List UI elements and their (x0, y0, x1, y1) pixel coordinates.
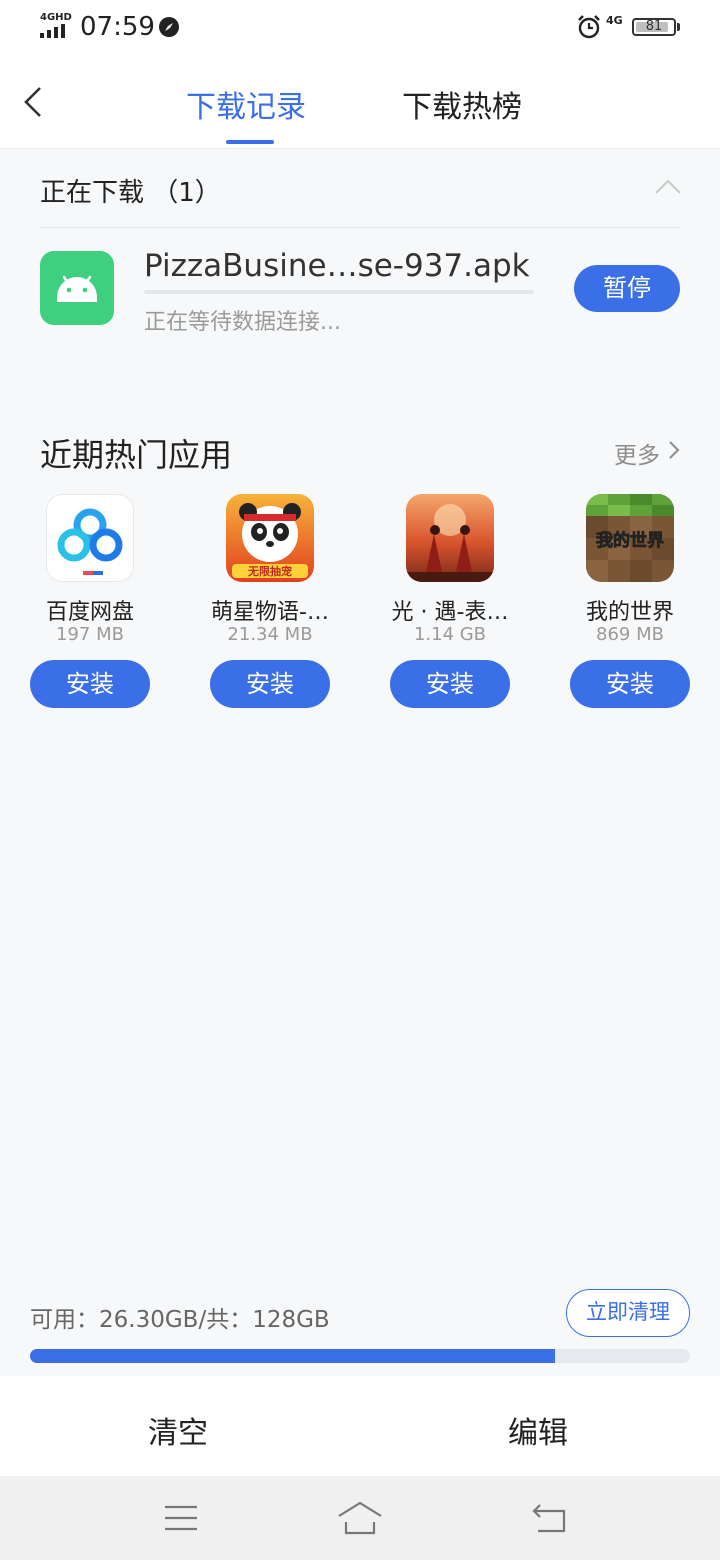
chevron-up-icon[interactable] (654, 176, 682, 196)
battery-icon: 81 (632, 18, 676, 36)
app-name: 我的世界 (585, 600, 674, 625)
download-status-text: 正在等待数据连接... (144, 310, 341, 335)
system-nav-bar (0, 1476, 720, 1560)
download-progress-bar (144, 290, 534, 294)
active-tab-indicator (226, 140, 274, 144)
download-file-name: PizzaBusine…se-937.apk (144, 248, 530, 284)
bottom-action-bar: 清空 编辑 (0, 1376, 720, 1476)
app-name: 光 · 遇-表… (391, 600, 509, 625)
app-name: 百度网盘 (45, 600, 134, 625)
signal-icon (40, 24, 65, 38)
android-apk-icon (40, 251, 114, 325)
status-bar: 4GHD 07:59 4G 81 (0, 0, 720, 56)
network-type-label: 4G (606, 14, 623, 27)
menu-icon[interactable] (164, 1504, 198, 1532)
home-icon[interactable] (336, 1500, 384, 1536)
minecraft-badge: 我的世界 (596, 530, 664, 551)
signal-type-label: 4GHD (40, 12, 72, 23)
hot-apps-title: 近期热门应用 (40, 436, 233, 474)
chevron-right-icon[interactable] (666, 440, 682, 460)
storage-info: 可用：26.30GB/共：128GB (30, 1307, 330, 1333)
install-button[interactable]: 安装 (210, 660, 330, 708)
sky-game-icon (406, 494, 494, 582)
pause-button[interactable]: 暂停 (574, 265, 680, 312)
more-link[interactable]: 更多 (614, 436, 660, 470)
app-size: 869 MB (596, 624, 664, 645)
clean-now-button[interactable]: 立即清理 (566, 1289, 690, 1337)
battery-tip (677, 23, 680, 31)
panda-game-icon: 无限抽宠 (226, 494, 314, 582)
panda-game-badge: 无限抽宠 (247, 564, 292, 578)
compass-icon (159, 17, 179, 37)
battery-level: 81 (645, 19, 663, 34)
back-arrow-icon[interactable] (20, 86, 48, 118)
divider (40, 227, 680, 228)
install-button[interactable]: 安装 (570, 660, 690, 708)
baidu-netdisk-icon (46, 494, 134, 582)
return-icon[interactable] (530, 1502, 568, 1534)
downloading-section-title: 正在下载 （1） (40, 178, 221, 208)
minecraft-icon: 我的世界 (586, 494, 674, 582)
app-size: 197 MB (56, 624, 124, 645)
header: 下载记录 下载热榜 (0, 56, 720, 149)
app-name: 萌星物语-… (211, 600, 329, 625)
app-size: 21.34 MB (227, 624, 313, 645)
install-button[interactable]: 安装 (390, 660, 510, 708)
clear-button[interactable]: 清空 (148, 1408, 208, 1452)
storage-usage-fill (30, 1349, 555, 1363)
app-size: 1.14 GB (413, 624, 487, 645)
tab-download-records[interactable]: 下载记录 (186, 82, 306, 126)
tab-download-rankings[interactable]: 下载热榜 (402, 82, 522, 126)
edit-button[interactable]: 编辑 (508, 1408, 568, 1452)
storage-usage-bar (30, 1349, 690, 1363)
status-time: 07:59 (80, 12, 155, 42)
alarm-icon (578, 15, 600, 39)
install-button[interactable]: 安装 (30, 660, 150, 708)
